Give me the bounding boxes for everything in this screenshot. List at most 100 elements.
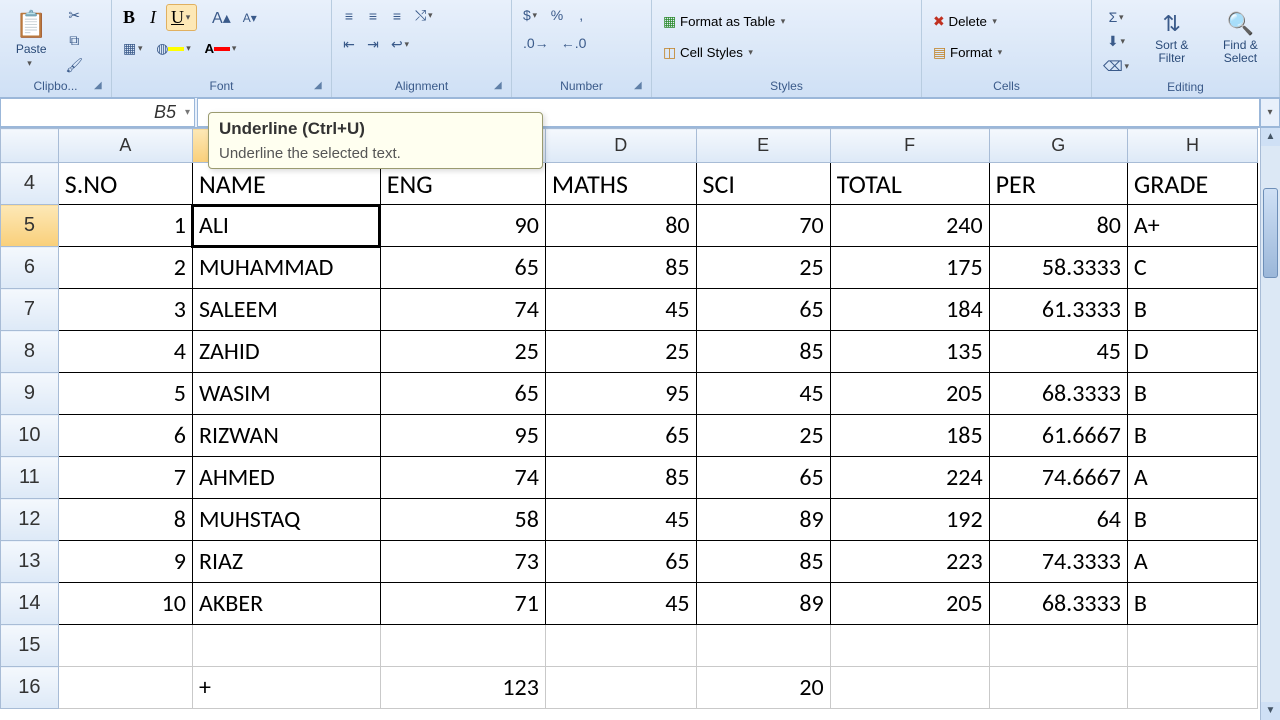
cell-D11[interactable]: 85 [545, 457, 696, 499]
decrease-decimal-button[interactable]: ←.0 [556, 32, 592, 54]
cell-D6[interactable]: 85 [545, 247, 696, 289]
cell-F13[interactable]: 223 [830, 541, 989, 583]
cell-C14[interactable]: 71 [380, 583, 545, 625]
col-header-G[interactable]: G [989, 129, 1127, 163]
format-painter-button[interactable]: 🖌 [60, 54, 88, 77]
cell-B8[interactable]: ZAHID [192, 331, 380, 373]
increase-indent-button[interactable]: ⇥ [362, 33, 384, 56]
cell-H15[interactable] [1127, 625, 1257, 667]
select-all-cell[interactable] [1, 129, 59, 163]
fill-button[interactable]: ⬇▾ [1098, 30, 1136, 53]
number-dialog-launcher[interactable]: ◢ [634, 80, 648, 94]
align-bottom-button[interactable]: ≡ [386, 4, 408, 27]
cell-D14[interactable]: 45 [545, 583, 696, 625]
sort-filter-button[interactable]: ⇅ Sort & Filter [1142, 6, 1202, 70]
copy-button[interactable]: ⧉ [60, 29, 88, 52]
cell-G9[interactable]: 68.3333 [989, 373, 1127, 415]
cell-F16[interactable] [830, 667, 989, 709]
cell-D4[interactable]: MATHS [545, 163, 696, 205]
cell-B13[interactable]: RIAZ [192, 541, 380, 583]
increase-decimal-button[interactable]: .0→ [518, 32, 554, 54]
cell-H10[interactable]: B [1127, 415, 1257, 457]
vertical-scrollbar[interactable]: ▲ ▼ [1260, 128, 1280, 720]
cell-F15[interactable] [830, 625, 989, 667]
row-header-7[interactable]: 7 [1, 289, 59, 331]
cell-H7[interactable]: B [1127, 289, 1257, 331]
col-header-E[interactable]: E [696, 129, 830, 163]
row-header-5[interactable]: 5 [1, 205, 59, 247]
cell-G12[interactable]: 64 [989, 499, 1127, 541]
format-button[interactable]: ▤ Format ▾ [928, 41, 1085, 64]
row-header-14[interactable]: 14 [1, 583, 59, 625]
cell-G16[interactable] [989, 667, 1127, 709]
alignment-dialog-launcher[interactable]: ◢ [494, 80, 508, 94]
row-header-12[interactable]: 12 [1, 499, 59, 541]
cell-H9[interactable]: B [1127, 373, 1257, 415]
row-header-6[interactable]: 6 [1, 247, 59, 289]
cell-F8[interactable]: 135 [830, 331, 989, 373]
cell-A4[interactable]: S.NO [58, 163, 192, 205]
cell-C11[interactable]: 74 [380, 457, 545, 499]
cell-D10[interactable]: 65 [545, 415, 696, 457]
cell-D15[interactable] [545, 625, 696, 667]
cell-G7[interactable]: 61.3333 [989, 289, 1127, 331]
cell-E4[interactable]: SCI [696, 163, 830, 205]
cell-H5[interactable]: A+ [1127, 205, 1257, 247]
cell-B6[interactable]: MUHAMMAD [192, 247, 380, 289]
cell-D7[interactable]: 45 [545, 289, 696, 331]
cell-G11[interactable]: 74.6667 [989, 457, 1127, 499]
cell-A15[interactable] [58, 625, 192, 667]
cell-H11[interactable]: A [1127, 457, 1257, 499]
delete-button[interactable]: ✖ Delete ▾ [928, 10, 1085, 33]
cell-A13[interactable]: 9 [58, 541, 192, 583]
cell-E14[interactable]: 89 [696, 583, 830, 625]
cell-A6[interactable]: 2 [58, 247, 192, 289]
cell-E11[interactable]: 65 [696, 457, 830, 499]
cell-E6[interactable]: 25 [696, 247, 830, 289]
row-header-4[interactable]: 4 [1, 163, 59, 205]
cell-F12[interactable]: 192 [830, 499, 989, 541]
scroll-down-arrow[interactable]: ▼ [1261, 702, 1280, 720]
cell-B12[interactable]: MUHSTAQ [192, 499, 380, 541]
cell-C15[interactable] [380, 625, 545, 667]
cell-F11[interactable]: 224 [830, 457, 989, 499]
cell-E15[interactable] [696, 625, 830, 667]
cell-E8[interactable]: 85 [696, 331, 830, 373]
cell-H6[interactable]: C [1127, 247, 1257, 289]
font-color-button[interactable]: A▾ [199, 37, 243, 60]
cell-B9[interactable]: WASIM [192, 373, 380, 415]
col-header-H[interactable]: H [1127, 129, 1257, 163]
cell-G4[interactable]: PER [989, 163, 1127, 205]
cell-H4[interactable]: GRADE [1127, 163, 1257, 205]
cell-A11[interactable]: 7 [58, 457, 192, 499]
cell-G6[interactable]: 58.3333 [989, 247, 1127, 289]
cell-H14[interactable]: B [1127, 583, 1257, 625]
cell-G13[interactable]: 74.3333 [989, 541, 1127, 583]
borders-button[interactable]: ▦▾ [118, 37, 149, 60]
cell-C9[interactable]: 65 [380, 373, 545, 415]
cell-C10[interactable]: 95 [380, 415, 545, 457]
orientation-button[interactable]: ⤭▾ [410, 4, 439, 27]
cell-C16[interactable]: 123 [380, 667, 545, 709]
cell-B10[interactable]: RIZWAN [192, 415, 380, 457]
align-middle-button[interactable]: ≡ [362, 4, 384, 27]
bold-button[interactable]: B [118, 4, 140, 31]
cell-C7[interactable]: 74 [380, 289, 545, 331]
cell-G10[interactable]: 61.6667 [989, 415, 1127, 457]
cell-C12[interactable]: 58 [380, 499, 545, 541]
cell-B16[interactable]: + [192, 667, 380, 709]
formula-expand-button[interactable]: ▾ [1260, 98, 1280, 127]
shrink-font-button[interactable]: A▾ [238, 4, 262, 31]
cell-B7[interactable]: SALEEM [192, 289, 380, 331]
cell-F10[interactable]: 185 [830, 415, 989, 457]
col-header-F[interactable]: F [830, 129, 989, 163]
cell-G15[interactable] [989, 625, 1127, 667]
decrease-indent-button[interactable]: ⇤ [338, 33, 360, 56]
comma-button[interactable]: , [570, 4, 592, 26]
cell-A14[interactable]: 10 [58, 583, 192, 625]
row-header-10[interactable]: 10 [1, 415, 59, 457]
cell-A12[interactable]: 8 [58, 499, 192, 541]
fill-color-button[interactable]: ◍▾ [151, 37, 197, 60]
format-as-table-button[interactable]: ▦ Format as Table ▾ [658, 10, 915, 33]
cell-H8[interactable]: D [1127, 331, 1257, 373]
